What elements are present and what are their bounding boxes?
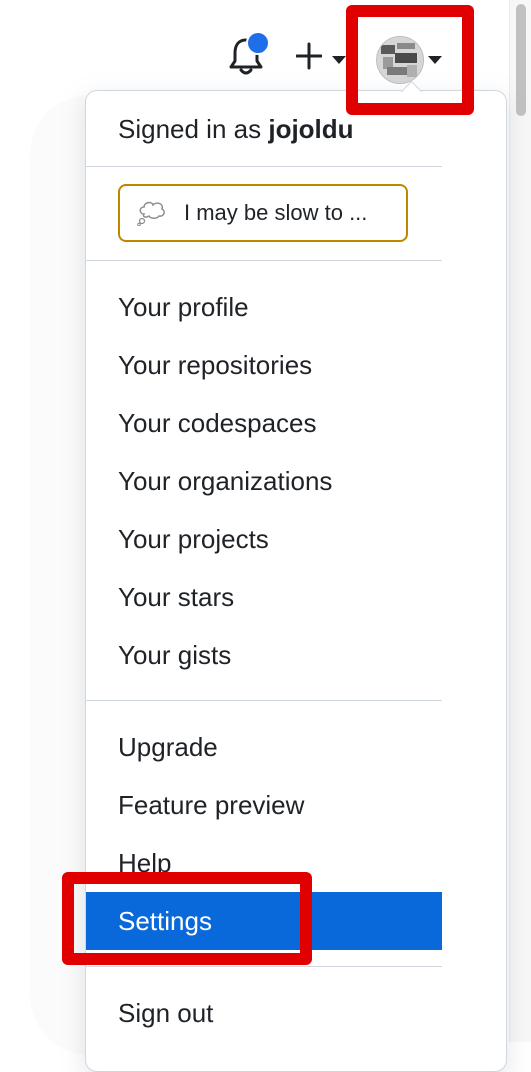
menu-item-your-codespaces[interactable]: Your codespaces <box>118 405 317 441</box>
notification-indicator <box>246 31 270 55</box>
menu-item-settings[interactable]: Settings <box>118 903 212 939</box>
set-status-button[interactable]: I may be slow to ... <box>118 184 408 242</box>
divider <box>86 166 442 167</box>
thought-bubble-icon <box>136 200 166 227</box>
chevron-down-icon[interactable] <box>332 56 346 64</box>
signed-in-header: Signed in as jojoldu <box>118 110 354 148</box>
menu-item-feature-preview[interactable]: Feature preview <box>118 787 304 823</box>
menu-item-your-gists[interactable]: Your gists <box>118 637 231 673</box>
menu-item-help[interactable]: Help <box>118 845 171 881</box>
plus-icon[interactable] <box>295 38 323 72</box>
chevron-down-icon[interactable] <box>428 56 442 64</box>
divider <box>86 966 442 967</box>
menu-item-your-stars[interactable]: Your stars <box>118 579 234 615</box>
menu-item-upgrade[interactable]: Upgrade <box>118 729 218 765</box>
menu-item-your-repositories[interactable]: Your repositories <box>118 347 312 383</box>
menu-item-sign-out[interactable]: Sign out <box>118 995 213 1031</box>
scrollbar[interactable] <box>509 0 531 1042</box>
avatar[interactable] <box>376 36 424 84</box>
menu-item-your-projects[interactable]: Your projects <box>118 521 269 557</box>
menu-item-your-organizations[interactable]: Your organizations <box>118 463 332 499</box>
signed-in-prefix: Signed in as <box>118 114 262 144</box>
menu-item-your-profile[interactable]: Your profile <box>118 289 249 325</box>
status-text: I may be slow to ... <box>184 200 368 225</box>
divider <box>86 260 442 261</box>
scrollbar-thumb[interactable] <box>516 4 526 116</box>
divider <box>86 700 442 701</box>
username: jojoldu <box>268 114 354 144</box>
